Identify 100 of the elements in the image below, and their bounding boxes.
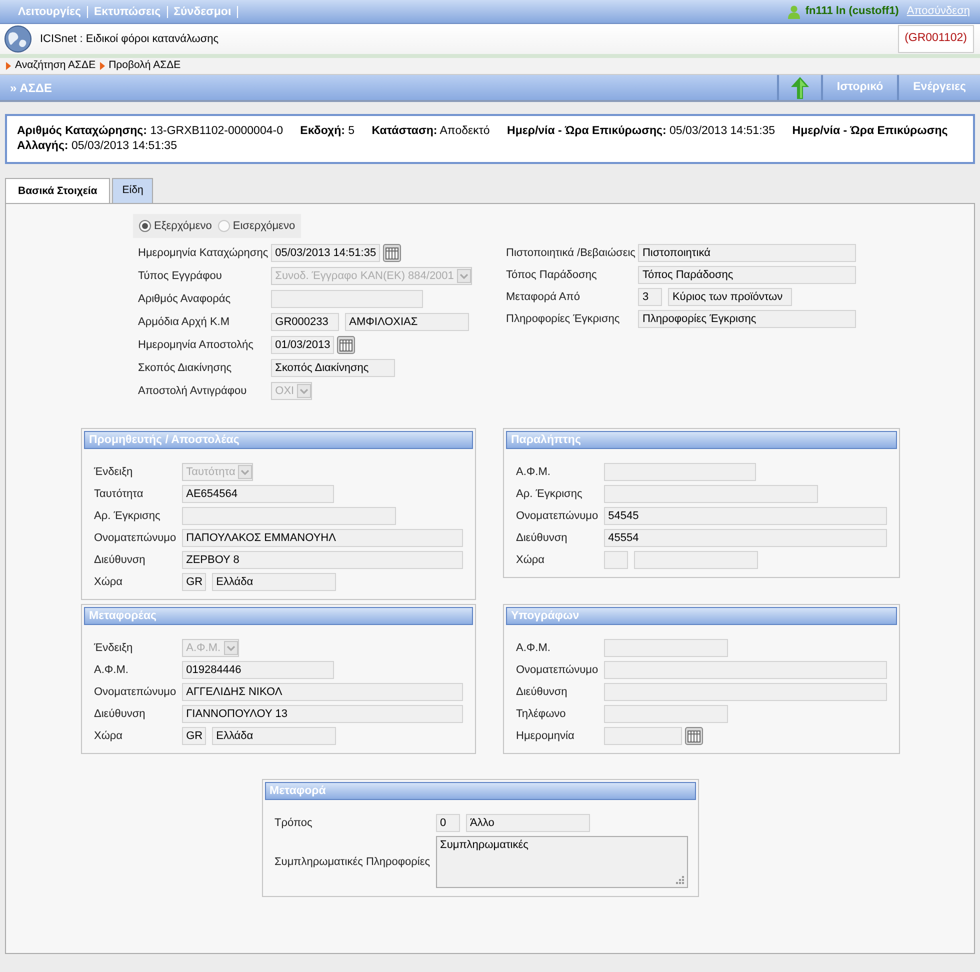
field-label: Αποστολή Αντιγράφου (138, 384, 248, 399)
breadcrumb-link[interactable]: Αναζήτηση ΑΣΔΕ (15, 58, 96, 74)
user-name: fn111 ln (custoff1) (805, 4, 899, 20)
text-field[interactable]: ΓΙΑΝΝΟΠΟΥΛΟΥ 13 (182, 705, 463, 724)
arrow-icon (100, 62, 105, 70)
field-label: Ημερομηνία (516, 729, 576, 744)
office-code: (GR001102) (898, 25, 974, 53)
chevron-icon (297, 384, 312, 398)
text-field[interactable] (604, 485, 818, 504)
panel-header: Υπογράφων (506, 607, 897, 626)
field-label: Ονοματεπώνυμο (94, 531, 176, 546)
text-field[interactable] (604, 551, 628, 570)
field-label: Αρ. Έγκρισης (94, 509, 162, 524)
tab[interactable]: Είδη (112, 178, 154, 203)
field-label: Ονοματεπώνυμο (516, 509, 598, 524)
resize-grip-icon[interactable] (676, 876, 684, 884)
text-field[interactable]: 019284446 (182, 661, 334, 680)
field-label: Σκοπός Διακίνησης (138, 361, 233, 376)
text-field[interactable]: 0 (436, 814, 460, 832)
field-label: Αριθμός Αναφοράς (138, 292, 232, 307)
field-label: Ένδειξη (94, 641, 134, 656)
panel-header: Προμηθευτής / Αποστολέας (84, 431, 473, 450)
field-label: Αρ. Έγκρισης (516, 487, 584, 502)
app-title: ICISnet : Ειδικοί φόροι κατανάλωσης (40, 32, 219, 47)
field-label: Τύπος Εγγράφου (138, 269, 223, 284)
user-icon (787, 4, 802, 18)
chevron-icon (238, 465, 252, 480)
text-field[interactable]: Άλλο (466, 814, 590, 832)
panel-header: Μεταφορά (264, 782, 696, 800)
field-label: Διεύθυνση (516, 531, 568, 546)
calendar-icon (685, 727, 704, 746)
up-arrow-icon (790, 76, 809, 98)
text-field[interactable]: 3 (638, 288, 662, 306)
field-label: Τρόπος (274, 816, 314, 831)
calendar-button[interactable] (337, 336, 356, 354)
field-label: Συμπληρωματικές Πληροφορίες (274, 855, 430, 870)
text-field[interactable]: GR (182, 727, 206, 746)
text-field[interactable] (271, 290, 424, 308)
summary-text: Αριθμός Καταχώρησης: 13-GRXB1102-0000004-0 Εκδοχή: 5 Κατάσταση: Αποδεκτό Ημερ/νία - Ώρα Επικύρωσης: 05/03/2013 14:51:35 Ημερ/νία - Ώρα Επικύρωσης Αλλαγής: 05/03/2013 14:51:35 (17, 124, 949, 154)
breadcrumb-link[interactable]: Προβολή ΑΣΔΕ (108, 58, 181, 74)
field-label: Α.Φ.Μ. (516, 641, 552, 656)
text-field[interactable]: Ελλάδα (212, 573, 336, 592)
field-label: Διεύθυνση (94, 707, 146, 722)
text-field[interactable]: Πληροφορίες Έγκρισης (638, 310, 856, 328)
field-label: Ταυτότητα (94, 487, 144, 502)
date-field[interactable]: 05/03/2013 14:51:35 (271, 244, 380, 262)
text-field[interactable] (604, 639, 728, 658)
text-field[interactable] (182, 507, 396, 526)
text-field[interactable] (604, 463, 756, 482)
text-field[interactable]: Τόπος Παράδοσης (638, 266, 856, 284)
text-field[interactable]: Πιστοποιητικά (638, 244, 856, 262)
field-label: Ονοματεπώνυμο (94, 685, 176, 700)
field-label: Χώρα (94, 575, 124, 590)
text-field[interactable]: 45554 (604, 529, 887, 548)
text-field[interactable]: GR000233 (271, 313, 340, 332)
chevron-icon (224, 641, 238, 656)
calendar-button[interactable] (685, 727, 704, 746)
text-field[interactable] (604, 705, 728, 724)
field-label: Μεταφορά Από (506, 290, 581, 305)
calendar-icon (337, 336, 356, 354)
field-label: Ημερομηνία Αποστολής (138, 338, 254, 353)
field-label: Α.Φ.Μ. (516, 465, 552, 480)
field-label: Αρμόδια Αρχή Κ.Μ (138, 315, 231, 330)
field-label: Πιστοποιητικά /Βεβαιώσεις (506, 246, 636, 261)
text-field[interactable] (604, 683, 887, 702)
text-field[interactable]: ΠΑΠΟΥΛΑΚΟΣ ΕΜΜΑΝΟΥΗΛ (182, 529, 463, 548)
text-field[interactable]: Κύριος των προϊόντων (668, 288, 792, 306)
tab[interactable]: Βασικά Στοιχεία (5, 178, 110, 203)
text-field[interactable]: GR (182, 573, 206, 592)
date-field[interactable]: 01/03/2013 (271, 336, 334, 354)
calendar-icon (383, 244, 402, 262)
date-field[interactable] (604, 727, 682, 746)
arrow-icon (6, 62, 11, 70)
radio-option[interactable]: Εισερχόμενο (218, 218, 296, 234)
panel-header: Παραλήπτης (506, 431, 897, 450)
field-label: Ημερομηνία Καταχώρησης (138, 246, 268, 261)
field-label: Α.Φ.Μ. (94, 663, 130, 678)
calendar-button[interactable] (383, 244, 402, 262)
text-area[interactable]: Συμπληρωματικές (436, 836, 688, 888)
chevron-icon (456, 269, 471, 284)
field-label: Τηλέφωνο (516, 707, 567, 722)
field-label: Πληροφορίες Έγκρισης (506, 312, 621, 327)
text-field[interactable]: ΑΜΦΙΛΟΧΙΑΣ (345, 313, 470, 332)
text-field[interactable] (634, 551, 758, 570)
text-field[interactable]: Ελλάδα (212, 727, 336, 746)
field-label: Ένδειξη (94, 465, 134, 480)
field-label: Τόπος Παράδοσης (506, 268, 598, 283)
field-label: Διεύθυνση (94, 553, 146, 568)
field-label: Διεύθυνση (516, 685, 568, 700)
text-field[interactable]: 54545 (604, 507, 887, 526)
text-field[interactable]: ΖΕΡΒΟΥ 8 (182, 551, 463, 570)
field-label: Ονοματεπώνυμο (516, 663, 598, 678)
text-field[interactable]: Σκοπός Διακίνησης (271, 359, 396, 378)
text-field[interactable]: ΑΕ654564 (182, 485, 334, 504)
radio-option[interactable]: Εξερχόμενο (139, 218, 212, 234)
section-title: » ΑΣΔΕ (9, 80, 54, 96)
text-field[interactable] (604, 661, 887, 680)
text-field[interactable]: ΑΓΓΕΛΙΔΗΣ ΝΙΚΟΛ (182, 683, 463, 702)
field-label: Χώρα (94, 729, 124, 744)
panel-header: Μεταφορέας (84, 607, 473, 626)
